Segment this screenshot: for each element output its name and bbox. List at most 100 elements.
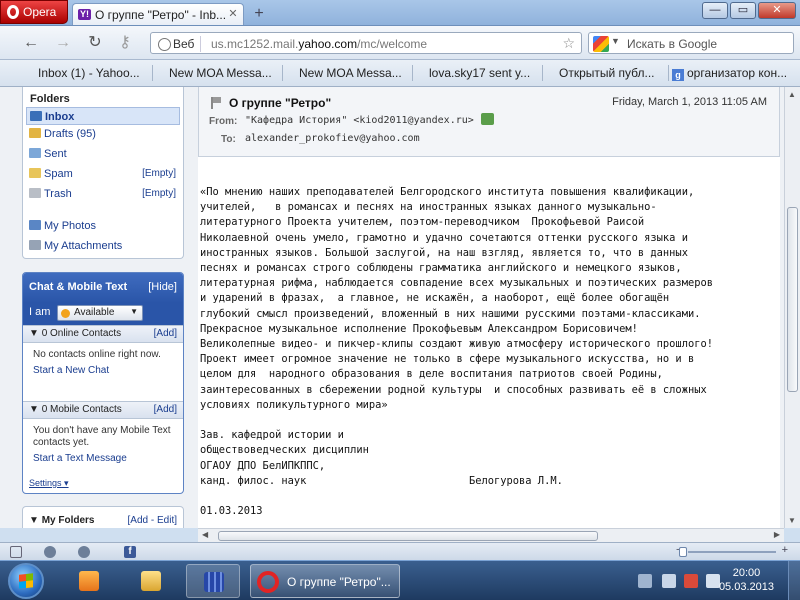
search-box[interactable]: ▼ Искать в Google <box>588 32 794 54</box>
opera-logo-icon <box>7 5 19 19</box>
address-bar[interactable]: Веб us.mc1252.mail.yahoo.com/mc/welcome … <box>150 32 582 54</box>
forward-button[interactable]: → <box>52 34 74 52</box>
add-mobile-contact-link[interactable]: [Add] <box>154 404 177 415</box>
windows-taskbar: О группе "Ретро"... 20:00 05.03.2013 <box>0 560 800 600</box>
turbo-icon[interactable] <box>44 546 56 558</box>
my-folders-title[interactable]: ▼ My Folders <box>29 515 94 526</box>
new-tab-button[interactable]: + <box>250 5 268 23</box>
start-button[interactable] <box>8 563 44 599</box>
keyboard-tray-icon[interactable] <box>638 574 652 588</box>
message-pane: О группе "Ретро" Friday, March 1, 2013 1… <box>198 87 780 528</box>
maximize-button[interactable]: ▭ <box>730 2 756 19</box>
add-contact-icon[interactable] <box>481 113 494 125</box>
action-center-tray-icon[interactable] <box>684 574 698 588</box>
message-body-line: Проект имеет огромное значение не только… <box>200 353 695 366</box>
availability-dropdown[interactable]: Available ▼ <box>57 305 143 321</box>
bookmark-item-google[interactable]: g организатор кон... <box>672 66 787 81</box>
url-text[interactable]: us.mc1252.mail.yahoo.com/mc/welcome <box>211 36 427 52</box>
zoom-in-icon[interactable]: + <box>782 544 788 556</box>
mobile-contacts-section[interactable]: ▼ 0 Mobile Contacts [Add] <box>23 401 183 419</box>
horizontal-scrollbar[interactable]: ◀ ▶ <box>198 528 784 542</box>
my-attachments-link[interactable]: My Attachments <box>26 237 180 255</box>
google-bookmark-icon: g <box>672 69 684 81</box>
bookmark-item[interactable]: New MOA Messa... <box>299 66 402 80</box>
trash-icon <box>29 188 41 198</box>
bookmark-item[interactable]: lova.sky17 sent y... <box>429 66 530 80</box>
close-window-button[interactable]: ✕ <box>758 2 796 19</box>
horizontal-scroll-thumb[interactable] <box>218 531 598 541</box>
zoom-knob[interactable] <box>679 547 687 557</box>
folder-sent[interactable]: Sent <box>26 145 180 163</box>
folder-trash[interactable]: Trash [Empty] <box>26 185 180 203</box>
empty-trash-link[interactable]: [Empty] <box>142 185 176 203</box>
opera-menu-button[interactable]: Opera <box>0 0 68 24</box>
online-contacts-section[interactable]: ▼ 0 Online Contacts [Add] <box>23 325 183 343</box>
message-date: Friday, March 1, 2013 11:05 AM <box>612 96 767 108</box>
message-body-line <box>200 413 780 428</box>
my-photos-link[interactable]: My Photos <box>26 217 180 235</box>
scroll-down-icon[interactable]: ▼ <box>788 516 796 525</box>
message-body: «По мнению наших преподавателей Белгород… <box>200 185 780 519</box>
opera-menu-label: Opera <box>23 5 57 19</box>
message-body-line: «По мнению наших преподавателей Белгород… <box>200 186 695 198</box>
hide-chat-link[interactable]: [Hide] <box>148 281 177 293</box>
flag-icon[interactable] <box>211 97 221 109</box>
to-value: alexander_prokofiev@yahoo.com <box>245 133 420 144</box>
chat-settings-link[interactable]: Settings ▾ <box>29 478 69 489</box>
to-label: To: <box>221 134 236 145</box>
chat-header: Chat & Mobile Text [Hide] <box>23 273 183 303</box>
bookmark-item[interactable]: New MOA Messa... <box>169 66 272 80</box>
reload-button[interactable]: ↻ <box>84 34 106 52</box>
start-text-message-link[interactable]: Start a Text Message <box>33 453 173 465</box>
key-icon[interactable]: ⚷ <box>114 34 136 52</box>
start-chat-link[interactable]: Start a New Chat <box>33 365 173 377</box>
volume-tray-icon[interactable] <box>706 574 720 588</box>
zoom-track[interactable] <box>688 551 776 553</box>
show-desktop-button[interactable] <box>788 561 800 600</box>
bookmark-item[interactable]: Inbox (1) - Yahoo... <box>38 66 140 80</box>
google-icon[interactable] <box>593 36 609 52</box>
inbox-icon <box>30 111 42 121</box>
opera-taskbar-button[interactable]: О группе "Ретро"... <box>250 564 400 598</box>
speed-dial-icon[interactable] <box>78 546 90 558</box>
status-bar: f − + <box>0 542 800 560</box>
system-clock[interactable]: 20:00 05.03.2013 <box>719 566 774 594</box>
facebook-icon[interactable]: f <box>124 546 136 558</box>
web-mode-label[interactable]: Веб <box>155 36 202 52</box>
folder-inbox[interactable]: Inbox <box>26 107 180 125</box>
attachment-icon <box>29 240 41 250</box>
minimize-button[interactable]: — <box>702 2 728 19</box>
folder-drafts[interactable]: Drafts (95) <box>26 125 180 143</box>
close-tab-icon[interactable]: ✕ <box>227 8 239 20</box>
folder-spam[interactable]: Spam [Empty] <box>26 165 180 183</box>
scroll-right-icon[interactable]: ▶ <box>774 530 780 539</box>
bookmarks-bar: Inbox (1) - Yahoo... New MOA Messa... Ne… <box>0 60 800 87</box>
empty-spam-link[interactable]: [Empty] <box>142 165 176 183</box>
from-value[interactable]: "Кафедра История" <kiod2011@yandex.ru> <box>245 115 474 126</box>
back-button[interactable]: ← <box>20 34 42 52</box>
scroll-up-icon[interactable]: ▲ <box>788 90 796 99</box>
vertical-scrollbar[interactable]: ▲ ▼ <box>784 87 800 528</box>
add-online-contact-link[interactable]: [Add] <box>154 328 177 339</box>
explorer-taskbar-button[interactable] <box>124 564 178 598</box>
my-folders-panel: ▼ My Folders [Add - Edit] <box>22 506 184 528</box>
zoom-slider[interactable]: − + <box>676 544 788 557</box>
message-body-line: обществоведческих дисциплин <box>200 444 369 457</box>
app-taskbar-button[interactable] <box>186 564 240 598</box>
windows-logo-icon <box>19 573 33 589</box>
my-folders-actions[interactable]: [Add - Edit] <box>128 515 177 526</box>
media-player-taskbar-button[interactable] <box>62 564 116 598</box>
drafts-icon <box>29 128 41 138</box>
search-placeholder[interactable]: Искать в Google <box>627 36 717 52</box>
search-engine-dropdown-icon[interactable]: ▼ <box>611 36 620 46</box>
network-tray-icon[interactable] <box>662 574 676 588</box>
vertical-scroll-thumb[interactable] <box>787 207 798 392</box>
status-row: I am Available ▼ <box>23 303 183 325</box>
scroll-left-icon[interactable]: ◀ <box>202 530 208 539</box>
message-body-line: литературная рифма, наблюдается совпаден… <box>200 277 713 290</box>
panel-toggle-icon[interactable] <box>10 546 22 558</box>
tab-active[interactable]: Y! О группе "Ретро" - Inb... ✕ <box>72 3 244 25</box>
from-label: From: <box>209 116 238 127</box>
bookmark-star-icon[interactable]: ☆ <box>562 35 575 52</box>
bookmark-item[interactable]: Открытый публ... <box>559 66 655 80</box>
